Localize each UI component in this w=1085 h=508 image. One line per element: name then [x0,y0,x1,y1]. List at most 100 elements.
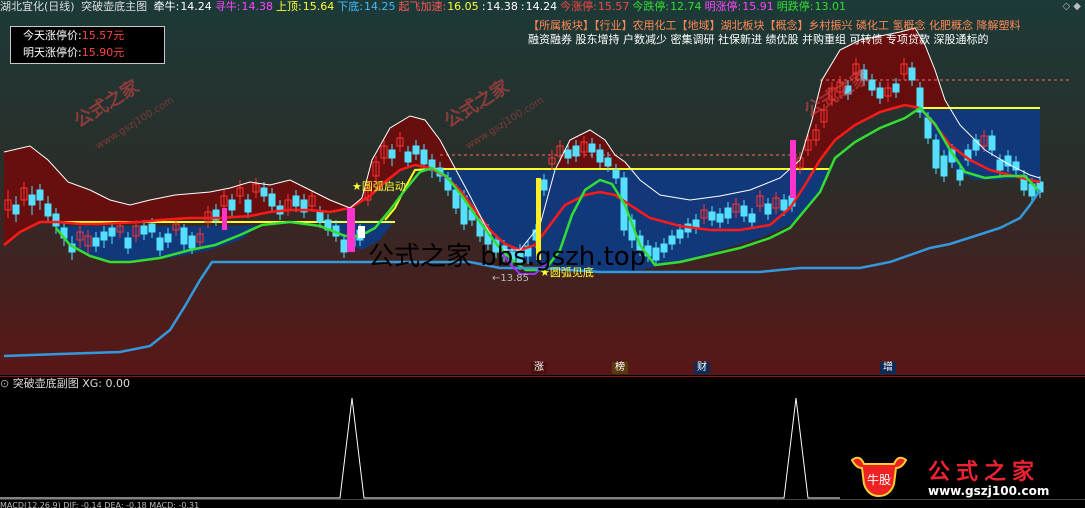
candle-body-23 [188,235,196,249]
header-field-value-6: 14.24 [525,0,558,13]
sub-chart-icon[interactable]: ⊙ [0,377,9,390]
header-field-label-2: 上顶: [276,0,302,13]
candle-body-123 [988,135,996,151]
header-field-value-10: 13.01 [814,0,847,13]
stock-name[interactable]: 湖北宜化(日线) [0,0,75,13]
arc-start-label: ★圆弧启动 [352,180,406,193]
candle-body-32 [260,187,268,197]
candle-body-93 [748,213,756,223]
candle-body-82 [660,243,668,253]
candle-body-75 [604,157,612,167]
sector-info: 【所属板块】【行业】农用化工【地域】湖北板块【概念】乡村振兴 磷化工 氢概念 化… [528,19,1083,47]
candle-body-109 [876,87,884,99]
candle-body-84 [676,229,684,239]
header-field-label-6: : [520,0,525,13]
candle-body-92 [740,205,748,217]
candle-body-5 [44,203,52,217]
signal-bar-magenta-3 [790,140,796,198]
candle-body-51 [412,145,420,155]
candle-body-13 [108,227,116,237]
candle-body-22 [180,227,188,245]
candle-body-67 [540,179,548,191]
candle-body-11 [92,237,100,247]
candle-body-39 [316,211,324,223]
header-field-label-5: : [481,0,486,13]
candle-body-113 [908,67,916,81]
candle-body-117 [940,155,948,177]
stock-chart-window: 湖北宜化(日线) 突破壶底主图 牵牛:14.24 寻牛:14.38 上顶:15.64… [0,0,1085,508]
candle-body-19 [156,237,164,251]
candle-body-70 [564,149,572,159]
sub-chart-header: ⊙ 突破壶底副图 XG: 0.00 [0,377,1085,391]
sub-chart-xg: XG: 0.00 [82,377,130,390]
header-field-value-2: 15.64 [302,0,335,13]
candle-body-20 [164,233,172,243]
candle-body-74 [596,149,604,163]
candle-body-36 [292,195,300,207]
candle-body-90 [724,207,732,219]
window-control-icons[interactable]: ◇ ◆ [1062,1,1081,12]
candle-body-18 [148,223,156,233]
sector-row-2: 融资融券 股东增持 户数减少 密集调研 社保新进 绩优股 并购重组 可转债 专项… [528,33,989,46]
header-field-value-5: 14.38 [486,0,518,13]
candle-body-33 [268,193,276,207]
logo-title: 公式之家 [928,460,1041,485]
event-badge-3[interactable]: 增 [880,362,896,374]
header-field-value-3: 14.25 [363,0,396,13]
candle-body-73 [588,143,596,153]
signal-bar-white [358,226,365,238]
candle-body-42 [340,239,348,253]
center-watermark: 公式之家 bbs.gszh.top [368,242,647,272]
candle-body-119 [956,169,964,181]
candle-body-88 [708,211,716,221]
header-field-label-4: 起飞加速: [398,0,447,13]
header-field-label-10: 明跌停: [776,0,814,13]
candle-body-12 [100,231,108,241]
signal-bar-magenta-2 [222,208,227,230]
candle-body-48 [388,149,396,159]
limit-price-box: 今天涨停价:15.57元 明天涨停价:15.90元 [10,26,165,64]
candle-body-97 [780,199,788,211]
candle-body-28 [228,199,236,211]
candle-body-89 [716,213,724,223]
candle-body-71 [572,145,580,157]
candle-body-17 [140,225,148,235]
candle-body-124 [996,159,1004,171]
candle-body-81 [652,247,660,261]
logo-mark-text: 牛股 [867,472,891,487]
sub-chart-title[interactable]: 突破壶底副图 [13,377,79,390]
site-logo: 牛股 公式之家 www.gszj100.com [846,452,1064,502]
candle-body-83 [668,235,676,245]
event-badge-2[interactable]: 财 [694,362,710,374]
event-badge-1[interactable]: 榜 [612,362,628,374]
event-badge-0[interactable]: 涨 [531,362,547,374]
header-field-label-9: 明涨停: [704,0,742,13]
candle-body-4 [36,189,44,201]
candle-body-52 [420,149,428,165]
header-field-value-0: 14.24 [180,0,212,13]
indicator-header: 湖北宜化(日线) 突破壶底主图 牵牛:14.24 寻牛:14.38 上顶:15.64… [0,0,1085,15]
header-field-label-1: 寻牛: [214,0,241,13]
header-field-value-9: 15.91 [742,0,774,13]
candle-body-30 [244,199,252,213]
signal-bar-magenta-1 [347,208,355,252]
header-field-label-0: 牵牛: [153,0,180,13]
candle-body-3 [28,194,36,206]
candle-body-116 [932,139,940,169]
header-field-value-7: 15.57 [597,0,630,13]
candle-body-111 [892,83,900,93]
header-field-value-1: 14.38 [241,0,274,13]
candle-body-76 [612,169,620,179]
candle-body-95 [764,203,772,215]
candle-body-6 [52,213,60,227]
header-field-value-8: 12.74 [670,0,702,13]
candle-body-15 [124,237,132,249]
candle-body-50 [404,151,412,163]
tomorrow-limit-value: 15.90元 [81,46,125,59]
indicator-name[interactable]: 突破壶底主图 [81,0,147,13]
sector-row-1: 【所属板块】【行业】农用化工【地域】湖北板块【概念】乡村振兴 磷化工 氢概念 化… [528,19,1021,32]
bull-logo-icon: 牛股 [850,456,908,498]
header-field-label-7: 今涨停: [560,0,597,13]
header-field-label-8: 今跌停: [632,0,670,13]
candle-body-1 [12,204,20,215]
